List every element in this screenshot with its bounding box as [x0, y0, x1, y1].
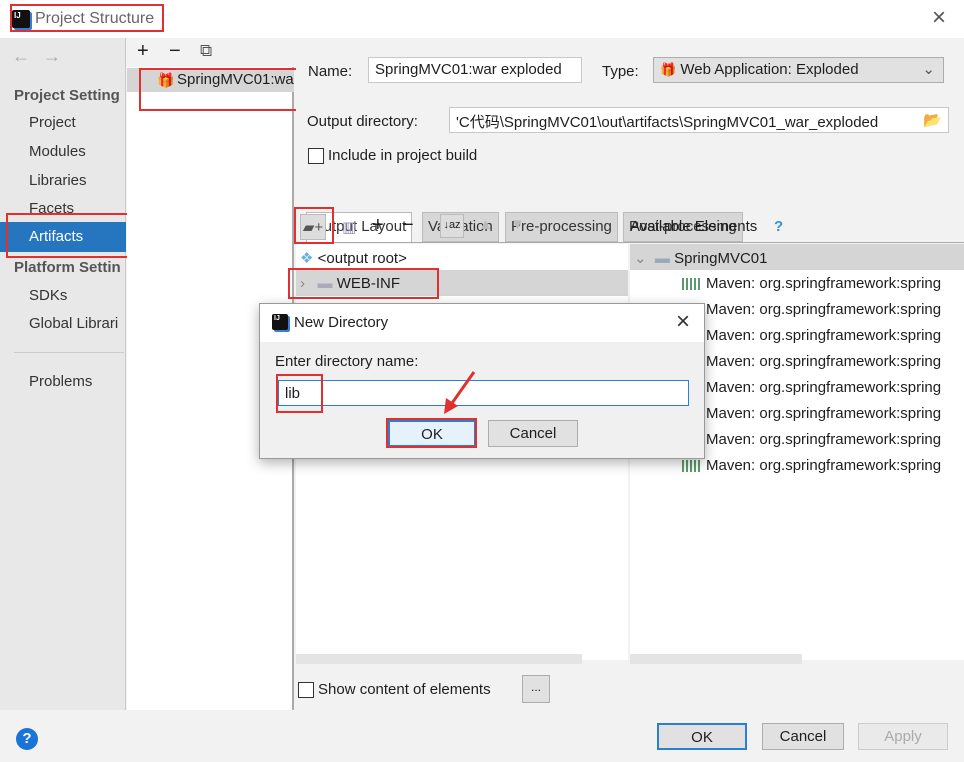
apply-button[interactable]: Apply [858, 723, 948, 750]
tree-item-maven-library[interactable]: Maven: org.springframework:spring [682, 379, 941, 396]
sidebar-item-label: Artifacts [29, 228, 84, 245]
intellij-logo-icon: IJ [272, 314, 288, 330]
output-root-icon: ❖ [300, 250, 314, 267]
sidebar-item-libraries[interactable]: Libraries [29, 172, 87, 189]
library-icon [682, 278, 700, 291]
footer: ? OK Cancel Apply [0, 710, 964, 762]
help-button[interactable]: ? [16, 728, 38, 750]
dialog-cancel-button[interactable]: Cancel [488, 420, 578, 447]
sidebar-item-facets[interactable]: Facets [29, 200, 74, 217]
dialog-ok-button[interactable]: OK [388, 420, 476, 447]
close-icon[interactable]: × [932, 4, 946, 32]
tree-item-maven-library[interactable]: Maven: org.springframework:spring [682, 327, 941, 344]
project-settings-heading: Project Setting [14, 87, 120, 104]
available-elements-label: Available Elements [630, 218, 758, 235]
tree-item-maven-library[interactable]: Maven: org.springframework:spring [682, 457, 941, 474]
back-icon[interactable]: ← [12, 46, 30, 67]
tree-item-springmvc01[interactable]: ⌄ ▬ SpringMVC01 [630, 244, 964, 270]
sidebar-item-problems[interactable]: Problems [29, 373, 92, 390]
include-in-build-checkbox[interactable]: Include in project build [308, 147, 477, 165]
sidebar: ← → Project Setting Project Modules Libr… [0, 38, 126, 710]
name-input[interactable]: SpringMVC01:war exploded [368, 57, 582, 83]
artifact-item[interactable]: 🎁 SpringMVC01:wa [127, 68, 294, 92]
output-directory-label: Output directory: [307, 113, 418, 130]
add-artifact-button[interactable]: + [137, 40, 149, 63]
tree-item-maven-library[interactable]: Maven: org.springframework:spring [682, 301, 941, 318]
forward-icon[interactable]: → [43, 46, 61, 67]
help-icon[interactable]: ? [774, 218, 783, 235]
directory-name-label: Enter directory name: [275, 353, 419, 370]
sidebar-item-project[interactable]: Project [29, 114, 76, 131]
annotation-arrow [444, 371, 476, 414]
copy-artifact-button[interactable]: ⧉ [200, 41, 212, 61]
add-archive-icon[interactable]: ▥ [342, 218, 356, 236]
horizontal-scrollbar[interactable] [296, 654, 582, 664]
move-up-icon[interactable]: ▲ [478, 216, 493, 233]
sidebar-item-global-libraries[interactable]: Global Librari [29, 315, 118, 332]
sidebar-item-modules[interactable]: Modules [29, 143, 86, 160]
more-button[interactable]: ... [522, 675, 550, 703]
tree-item-web-inf[interactable]: › ▬ WEB-INF [296, 270, 628, 296]
dialog-title: New Directory [294, 314, 389, 331]
folder-icon: ▬ [317, 275, 333, 292]
library-icon [682, 460, 700, 473]
type-select[interactable]: 🎁 Web Application: Exploded ⌄ [653, 57, 944, 83]
gift-icon: 🎁 [660, 62, 677, 77]
dialog-close-icon[interactable]: × [676, 308, 690, 336]
artifact-label: SpringMVC01:wa [177, 71, 294, 88]
output-directory-input[interactable]: 'C代码\SpringMVC01\out\artifacts\SpringMVC… [449, 107, 949, 133]
divider [14, 352, 124, 353]
folder-plus-icon: ▰+ [302, 219, 324, 236]
remove-button[interactable]: − [402, 214, 414, 237]
gift-icon: 🎁 [157, 72, 175, 88]
show-content-checkbox[interactable]: Show content of elements [298, 681, 491, 699]
tree-item-maven-library[interactable]: Maven: org.springframework:spring [682, 405, 941, 422]
tree-item-maven-library[interactable]: Maven: org.springframework:spring [682, 275, 941, 292]
sidebar-item-sdks[interactable]: SDKs [29, 287, 67, 304]
move-down-icon[interactable]: ▼ [510, 216, 525, 233]
cancel-button[interactable]: Cancel [762, 723, 844, 750]
platform-settings-heading: Platform Settin [14, 259, 121, 276]
type-label: Type: [602, 63, 639, 80]
sidebar-item-artifacts[interactable]: Artifacts [0, 222, 126, 252]
tree-item-output-root[interactable]: ❖ <output root> [300, 249, 407, 267]
intellij-logo-icon: IJ [12, 10, 30, 28]
create-directory-button[interactable]: ▰+ [300, 214, 326, 240]
add-button[interactable]: + [372, 214, 384, 237]
folder-browse-icon[interactable]: 📂 [923, 111, 942, 129]
chevron-down-icon: ⌄ [922, 61, 935, 78]
name-label: Name: [308, 63, 353, 80]
remove-artifact-button[interactable]: − [169, 40, 181, 63]
module-icon: ▬ [654, 250, 670, 267]
sort-icon[interactable]: ↓az [440, 214, 464, 238]
ok-button[interactable]: OK [657, 723, 747, 750]
title-bar: IJ Project Structure × [0, 0, 964, 38]
tree-item-maven-library[interactable]: Maven: org.springframework:spring [682, 353, 941, 370]
window-title: Project Structure [35, 10, 155, 27]
tree-item-maven-library[interactable]: Maven: org.springframework:spring [682, 431, 941, 448]
directory-name-input[interactable]: lib [278, 380, 689, 406]
horizontal-scrollbar[interactable] [630, 654, 802, 664]
new-directory-dialog: IJ New Directory × Enter directory name:… [259, 303, 705, 459]
